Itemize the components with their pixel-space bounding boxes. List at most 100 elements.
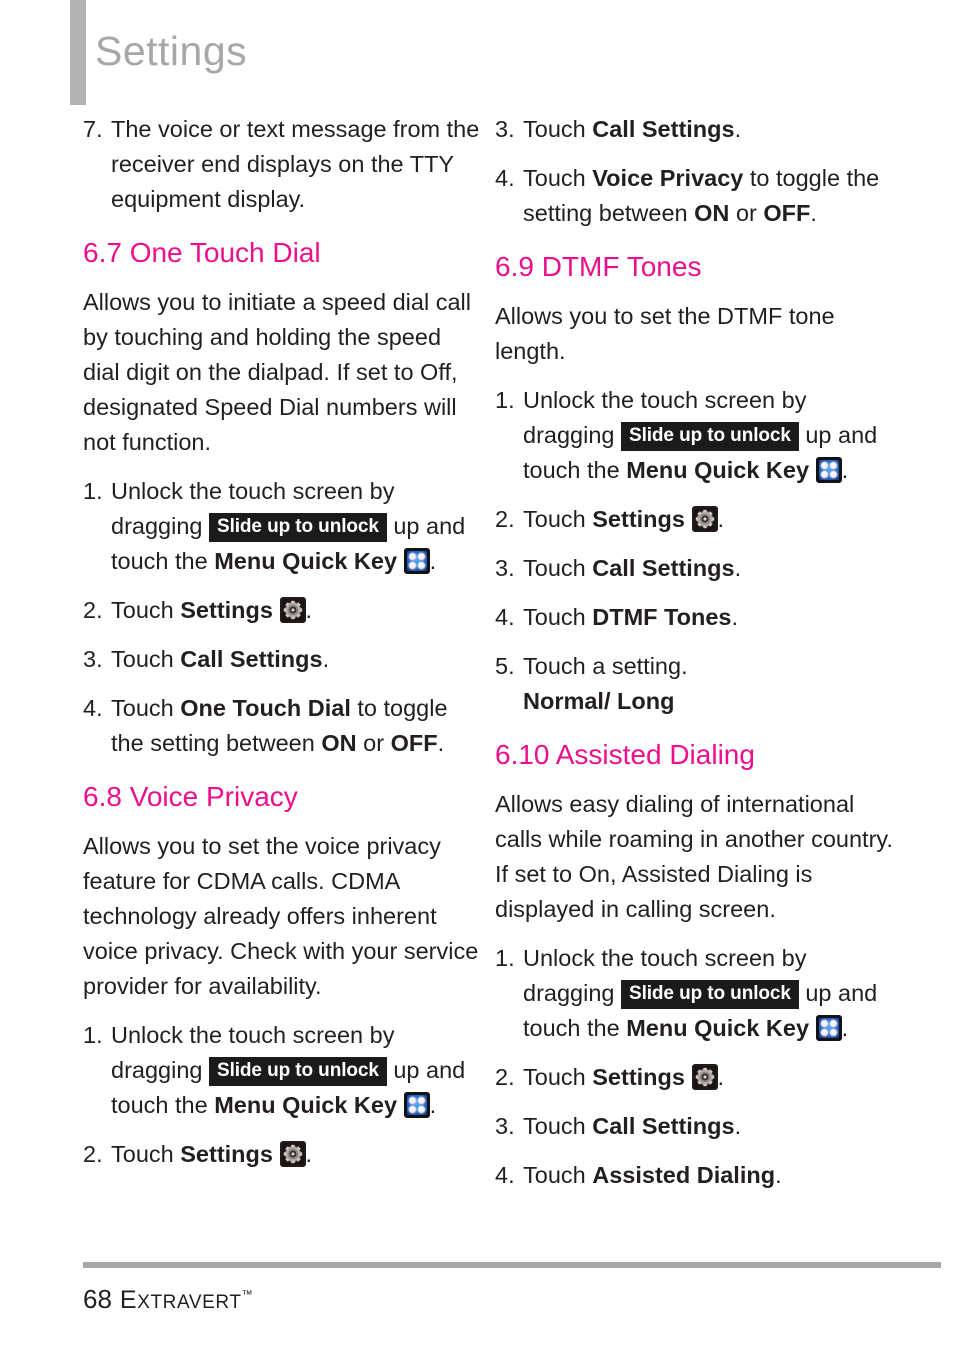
value-on: ON bbox=[321, 730, 357, 756]
list-item-text: Touch Call Settings. bbox=[523, 551, 895, 586]
list-item: 1. Unlock the touch screen by dragging S… bbox=[495, 941, 895, 1046]
menu-quick-key-label: Menu Quick Key bbox=[626, 457, 810, 483]
sentence-period: . bbox=[734, 1113, 742, 1139]
list-item-number: 4. bbox=[495, 165, 515, 191]
list-item-number: 2. bbox=[495, 1064, 515, 1090]
list-item-text: Touch Call Settings. bbox=[523, 1109, 895, 1144]
touch-verb: Touch bbox=[523, 555, 586, 581]
list-item-number: 4. bbox=[83, 695, 103, 721]
list-item: 1. Unlock the touch screen by dragging S… bbox=[83, 1018, 483, 1123]
settings-gear-icon[interactable] bbox=[279, 597, 306, 623]
list-item-text: Unlock the touch screen by dragging Slid… bbox=[523, 383, 895, 488]
list-item-number: 4. bbox=[495, 604, 515, 630]
touch-verb: Touch bbox=[111, 646, 174, 672]
slide-up-to-unlock-badge[interactable]: Slide up to unlock bbox=[621, 422, 799, 451]
slide-up-to-unlock-badge[interactable]: Slide up to unlock bbox=[209, 513, 387, 542]
page-columns: 7. The voice or text message from the re… bbox=[0, 112, 954, 1207]
list-item: 2. Touch Settings . bbox=[83, 1137, 483, 1172]
section-body-6-7: Allows you to initiate a speed dial call… bbox=[83, 289, 471, 455]
sentence-period: . bbox=[841, 1015, 849, 1041]
menu-quick-key-icon[interactable] bbox=[815, 457, 842, 483]
sentence-period: . bbox=[731, 604, 739, 630]
list-item-text: Touch One Touch Dial to toggle the setti… bbox=[111, 691, 483, 761]
left-column: 7. The voice or text message from the re… bbox=[83, 112, 483, 1207]
list-item: 7. The voice or text message from the re… bbox=[83, 112, 483, 217]
settings-gear-icon[interactable] bbox=[691, 506, 718, 532]
slide-up-to-unlock-badge[interactable]: Slide up to unlock bbox=[209, 1057, 387, 1086]
setting-name: Voice Privacy bbox=[592, 165, 744, 191]
sentence-period: . bbox=[841, 457, 849, 483]
list-item: 4. Touch Assisted Dialing. bbox=[495, 1158, 895, 1193]
list-item-text: Unlock the touch screen by dragging Slid… bbox=[111, 474, 483, 579]
settings-gear-icon[interactable] bbox=[691, 1064, 718, 1090]
conjunction-or: or bbox=[363, 730, 385, 756]
list-item-number: 4. bbox=[495, 1162, 515, 1188]
list-item: 3. Touch Call Settings. bbox=[495, 1109, 895, 1144]
call-settings-label: Call Settings bbox=[592, 555, 735, 581]
value-on: ON bbox=[694, 200, 730, 226]
setting-name: DTMF Tones bbox=[592, 604, 732, 630]
list-item-number: 5. bbox=[495, 653, 515, 679]
section-heading-6-7: 6.7 One Touch Dial bbox=[83, 237, 321, 268]
sentence-period: . bbox=[322, 646, 330, 672]
list-item-text: Touch Settings . bbox=[523, 1060, 895, 1095]
list-item-text: Touch Voice Privacy to toggle the settin… bbox=[523, 161, 895, 231]
sentence-period: . bbox=[734, 116, 742, 142]
gear-glyph bbox=[283, 600, 302, 620]
page-header: Settings bbox=[0, 0, 954, 108]
right-column: 3. Touch Call Settings. 4. Touch Voice P… bbox=[495, 112, 895, 1207]
setting-name: One Touch Dial bbox=[180, 695, 351, 721]
menu-quick-key-dot bbox=[820, 1020, 828, 1027]
list-item-text: Unlock the touch screen by dragging Slid… bbox=[523, 941, 895, 1046]
sentence-period: . bbox=[717, 506, 725, 532]
menu-quick-key-icon[interactable] bbox=[815, 1015, 842, 1041]
list-item-text: The voice or text message from the recei… bbox=[111, 116, 480, 212]
list-item-text: Touch Settings . bbox=[523, 502, 895, 537]
menu-quick-key-dot bbox=[417, 562, 425, 569]
list-item-number: 2. bbox=[495, 506, 515, 532]
list-item-number: 1. bbox=[83, 1022, 103, 1048]
list-item-number: 3. bbox=[83, 646, 103, 672]
touch-verb: Touch bbox=[523, 506, 586, 532]
settings-gear-icon[interactable] bbox=[279, 1141, 306, 1167]
brand-name: EXTRAVERT™ bbox=[120, 1286, 253, 1314]
touch-verb: Touch bbox=[523, 1162, 586, 1188]
page-number: 68 bbox=[83, 1284, 112, 1314]
section-heading-6-9: 6.9 DTMF Tones bbox=[495, 251, 702, 282]
settings-label: Settings bbox=[180, 1141, 273, 1167]
settings-label: Settings bbox=[180, 597, 273, 623]
list-item-text: Touch Settings . bbox=[111, 1137, 483, 1172]
section-body-6-8: Allows you to set the voice privacy feat… bbox=[83, 833, 479, 999]
slide-up-to-unlock-badge[interactable]: Slide up to unlock bbox=[621, 980, 799, 1009]
menu-quick-key-icon[interactable] bbox=[403, 548, 430, 574]
menu-quick-key-dot bbox=[829, 1029, 837, 1036]
menu-quick-key-dot bbox=[408, 562, 416, 569]
menu-quick-key-label: Menu Quick Key bbox=[626, 1015, 810, 1041]
sentence-period: . bbox=[437, 730, 445, 756]
list-item: 2. Touch Settings . bbox=[495, 1060, 895, 1095]
conjunction-or: or bbox=[735, 200, 757, 226]
list-item: 2. Touch Settings . bbox=[83, 593, 483, 628]
touch-setting-instruction: Touch a setting. bbox=[523, 653, 688, 679]
touch-verb: Touch bbox=[111, 1141, 174, 1167]
sentence-period: . bbox=[810, 200, 817, 226]
touch-verb: Touch bbox=[523, 1064, 586, 1090]
menu-quick-key-dot bbox=[408, 1106, 416, 1113]
list-item-text: Touch DTMF Tones. bbox=[523, 600, 895, 635]
sentence-period: . bbox=[305, 1141, 313, 1167]
settings-label: Settings bbox=[592, 1064, 685, 1090]
list-item-text: Touch Assisted Dialing. bbox=[523, 1158, 895, 1193]
page-title: Settings bbox=[95, 28, 248, 74]
list-item-number: 2. bbox=[83, 1141, 103, 1167]
menu-quick-key-icon[interactable] bbox=[403, 1092, 430, 1118]
list-item-number: 1. bbox=[495, 387, 515, 413]
footer-divider bbox=[83, 1262, 941, 1268]
menu-quick-key-label: Menu Quick Key bbox=[214, 1092, 398, 1118]
list-item-number: 7. bbox=[83, 116, 103, 142]
header-accent-bar bbox=[70, 0, 86, 105]
section-heading-6-10: 6.10 Assisted Dialing bbox=[495, 739, 755, 770]
gear-glyph bbox=[695, 509, 714, 529]
brand-initial: E bbox=[119, 1286, 138, 1314]
value-off: OFF bbox=[390, 730, 438, 756]
list-item: 2. Touch Settings . bbox=[495, 502, 895, 537]
